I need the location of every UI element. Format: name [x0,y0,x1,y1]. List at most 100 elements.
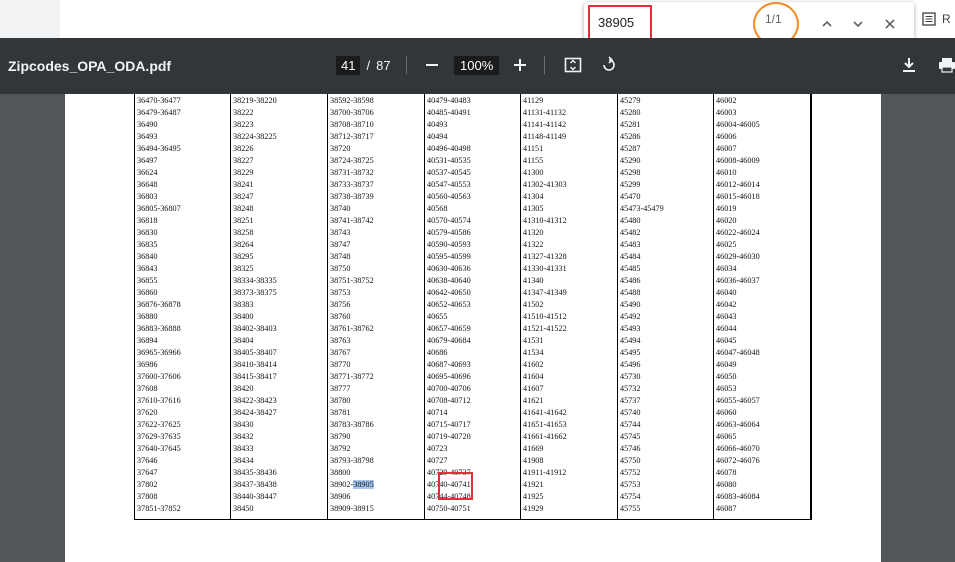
table-cell: 40595-40599 [427,252,471,261]
table-cell: 38325 [233,264,254,273]
table-cell: 45299 [620,180,641,189]
table-cell: 41322 [523,240,544,249]
table-cell: 40686 [427,348,448,357]
table-cell: 38902-38905 [330,480,374,489]
table-cell: 46049 [716,360,737,369]
table-cell: 38258 [233,228,254,237]
table-cell: 40655 [427,312,448,321]
table-cell: 46019 [716,204,737,213]
table-cell: 41521-41522 [523,324,567,333]
reading-list-icon [922,12,936,26]
table-cell: 38219-38220 [233,96,277,105]
table-cell: 38422-38423 [233,396,277,405]
reading-mode-button[interactable]: R [922,10,951,28]
table-cell: 38743 [330,228,351,237]
table-cell: 46047-46048 [716,348,760,357]
table-cell: 46055-46057 [716,396,760,405]
table-cell: 45732 [620,384,641,393]
table-cell: 38223 [233,120,254,129]
table-cell: 38437-38438 [233,480,277,489]
table-cell: 46020 [716,216,737,225]
table-cell: 45492 [620,312,641,321]
find-next-button[interactable] [848,14,868,34]
table-cell: 36986 [137,360,158,369]
table-cell: 40560-40563 [427,192,471,201]
table-cell: 46034 [716,264,737,273]
table-cell: 41320 [523,228,544,237]
table-cell: 45280 [620,108,641,117]
fit-to-page-button[interactable] [562,54,584,76]
table-cell: 41151 [523,144,544,153]
zoom-level[interactable]: 100% [454,56,500,75]
table-cell: 46025 [716,240,737,249]
table-cell: 46063-46064 [716,420,760,429]
table-cell: 41669 [523,444,544,453]
table-cell: 36648 [137,180,158,189]
table-cell: 41621 [523,396,544,405]
tab-strip-fragment [0,0,60,38]
table-cell: 38410-38414 [233,360,277,369]
download-button[interactable] [898,54,920,76]
find-previous-button[interactable] [817,14,837,34]
find-close-button[interactable] [880,14,900,34]
table-cell: 38404 [233,336,254,345]
pdf-toolbar: Zipcodes_OPA_ODA.pdf 41 / 87 100% [0,38,955,94]
find-input[interactable] [598,15,648,30]
table-cell: 38760 [330,312,351,321]
table-cell: 46053 [716,384,737,393]
table-cell: 36497 [137,156,158,165]
table-cell: 37640-37645 [137,444,181,453]
table-cell: 38780 [330,396,351,405]
pdf-page: 36470-36477 36479-36487 36490 36493 36494-36… [65,94,881,562]
table-cell: 38770 [330,360,351,369]
table-cell: 37647 [137,468,158,477]
table-cell: 36883-36888 [137,324,181,333]
table-cell: 40723 [427,444,448,453]
table-cell: 40493 [427,120,448,129]
table-cell: 37646 [137,456,158,465]
table-cell: 38247 [233,192,254,201]
table-cell: 38433 [233,444,254,453]
table-cell: 36843 [137,264,158,273]
table-cell: 38793-38798 [330,456,374,465]
table-cell: 38720 [330,144,351,153]
reading-mode-label: R [942,12,951,26]
table-cell: 45290 [620,156,641,165]
table-cell: 40657-40659 [427,324,471,333]
page-number-input[interactable]: 41 [336,56,361,75]
table-cell: 36876-36878 [137,300,181,309]
table-cell: 41310-41312 [523,216,567,225]
print-button[interactable] [936,54,955,76]
table-cell: 36803 [137,192,158,201]
rotate-button[interactable] [598,54,620,76]
table-cell: 37808 [137,492,158,501]
table-cell: 38415-38417 [233,372,277,381]
table-cell: 40485-40491 [427,108,471,117]
table-cell: 36894 [137,336,158,345]
table-cell: 45286 [620,132,641,141]
table-cell: 41340 [523,276,544,285]
table-cell: 45495 [620,348,641,357]
table-cell: 45287 [620,144,641,153]
table-cell: 38402-38403 [233,324,277,333]
table-cell: 40714 [427,408,448,417]
zoom-out-button[interactable] [421,54,443,76]
table-cell: 40715-40717 [427,420,471,429]
table-cell: 38222 [233,108,254,117]
table-cell: 41327-41328 [523,252,567,261]
table-cell: 41661-41662 [523,432,567,441]
table-cell: 46003 [716,108,737,117]
table-cell: 46012-46014 [716,180,760,189]
table-cell: 45754 [620,492,641,501]
table-cell: 45281 [620,120,641,129]
table-cell: 41155 [523,156,544,165]
table-cell: 36479-36487 [137,108,181,117]
table-cell: 38740 [330,204,351,213]
table-cell: 46040 [716,288,737,297]
table-cell: 36840 [137,252,158,261]
table-cell: 41607 [523,384,544,393]
table-cell: 46065 [716,432,737,441]
zoom-in-button[interactable] [509,54,531,76]
table-cell: 45746 [620,444,641,453]
table-cell: 45752 [620,468,641,477]
